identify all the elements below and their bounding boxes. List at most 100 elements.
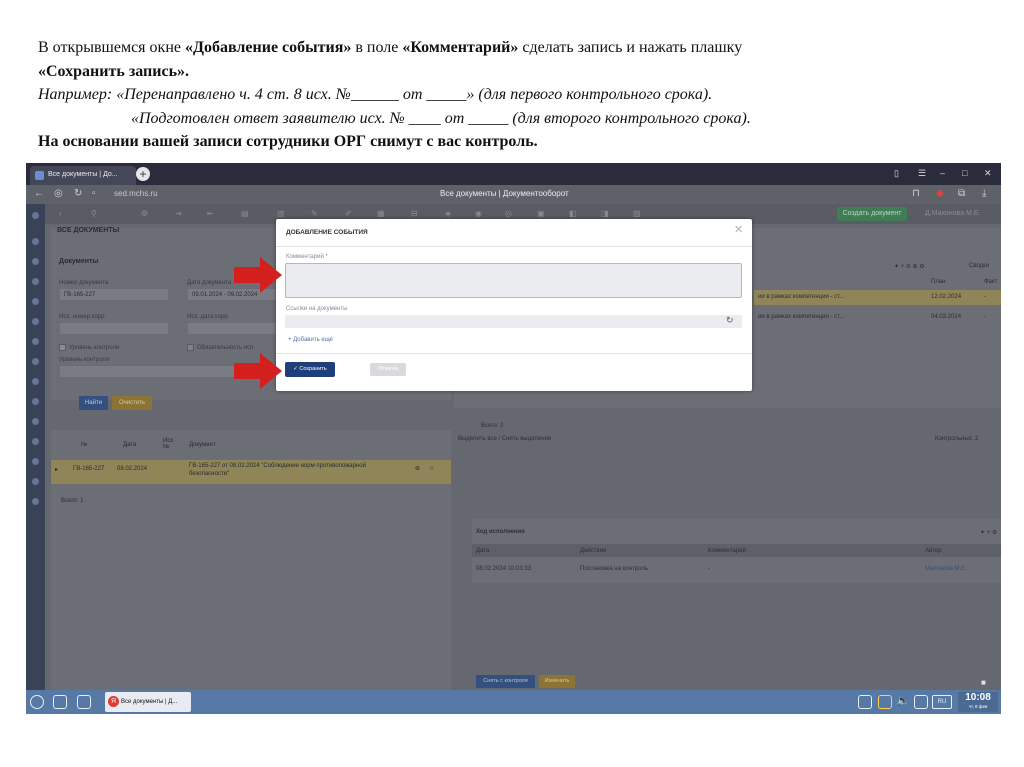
search-icon[interactable]: ⚲	[91, 209, 97, 218]
screenshot: Все документы | До... + ▯ ☰ – □ ✕ ← ◎ ↻ …	[26, 163, 1001, 714]
toolbar-counter-icon[interactable]: ▧	[633, 209, 641, 218]
taskbar-browser-task[interactable]: Я Все документы | Д...	[105, 692, 191, 712]
toolbar-counter-icon[interactable]: ✎	[311, 209, 318, 218]
history-toolbar-icon[interactable]: ✦ + ⚙	[980, 529, 997, 536]
toolbar-counter-icon[interactable]: ⊟	[411, 209, 418, 218]
minimize-icon[interactable]: –	[940, 168, 945, 178]
sidebar-item-icon[interactable]	[32, 298, 39, 305]
instr-dialog-name: «Добавление события»	[184, 39, 352, 56]
tray-app-icon[interactable]	[858, 695, 872, 709]
extension-icon[interactable]: ◆	[936, 188, 944, 199]
toolbar-counter-icon[interactable]: ◨	[601, 209, 609, 218]
sidebar-item-icon[interactable]	[32, 458, 39, 465]
remove-control-button[interactable]: Снять с контроля	[476, 675, 535, 688]
bookmark-icon[interactable]: ⊓	[912, 188, 920, 199]
history-col-comment: Комментарий	[708, 548, 746, 554]
reload-icon[interactable]: ↻	[74, 188, 82, 199]
control-row-text: ии в рамках компетенции - ст...	[758, 314, 845, 320]
refresh-icon[interactable]: ↻	[726, 315, 734, 326]
lock-icon: ▫	[92, 188, 96, 199]
sidebar-item-icon[interactable]	[32, 378, 39, 385]
dialog-divider	[276, 353, 752, 354]
site-info-icon[interactable]: ◎	[54, 188, 63, 199]
table-row[interactable]: ▸ ГВ-165-227 08.02.2024 ГВ-165-227 от 08…	[51, 460, 451, 484]
dialog-close-icon[interactable]: ✕	[734, 223, 743, 236]
user-name[interactable]: Д.Махонова М.Е.	[925, 210, 980, 217]
window-pin-icon[interactable]: ▯	[894, 168, 899, 179]
windows-icon[interactable]	[77, 695, 91, 709]
instr-example-1: Например: «Перенаправлено ч. 4 ст. 8 исх…	[38, 86, 713, 103]
cancel-button[interactable]: Отмена	[370, 363, 406, 376]
toolbar-counter-icon[interactable]: ▣	[537, 209, 545, 218]
tray-display-icon[interactable]	[914, 695, 928, 709]
links-field[interactable]	[285, 315, 742, 328]
toolbar-counter-icon[interactable]: ◧	[569, 209, 577, 218]
clear-button[interactable]: Очистить	[112, 396, 152, 410]
create-document-button[interactable]: Создать документ	[837, 207, 907, 221]
clock-time[interactable]: 10:08	[958, 692, 998, 712]
col-num-header: №	[81, 442, 88, 448]
toolbar-counter-icon[interactable]: ◈	[445, 209, 451, 218]
controlled-count: Контрольных: 2	[935, 436, 979, 442]
collections-icon[interactable]: ⧉	[958, 188, 965, 199]
select-all-link[interactable]: Выделить все / Снять выделение	[458, 436, 551, 442]
new-tab-button[interactable]: +	[136, 167, 150, 181]
sidebar-item-icon[interactable]	[32, 478, 39, 485]
window-menu-icon[interactable]: ☰	[918, 168, 926, 179]
file-manager-icon[interactable]	[53, 695, 67, 709]
browser-tab[interactable]: Все документы | До...	[30, 166, 136, 185]
instruction-line-3: Например: «Перенаправлено ч. 4 ст. 8 исх…	[38, 83, 998, 107]
comment-textarea[interactable]	[285, 263, 742, 298]
dialog-title: ДОБАВЛЕНИЕ СОБЫТИЯ	[286, 229, 368, 236]
expand-icon[interactable]: ▸	[55, 466, 58, 473]
sidebar-item-icon[interactable]	[32, 278, 39, 285]
col-fact-header: Факт	[984, 279, 998, 285]
language-indicator[interactable]: RU	[932, 695, 952, 709]
tray-network-icon[interactable]	[878, 695, 892, 709]
doc-number-field[interactable]: ГВ-165-227	[59, 288, 169, 301]
add-more-link[interactable]: + Добавить еще	[288, 337, 333, 343]
sidebar-item-icon[interactable]	[32, 238, 39, 245]
control-toolbar-icon[interactable]: ✦ + ⊘ ⊕ ⚙	[894, 263, 925, 270]
start-menu-icon[interactable]	[30, 695, 44, 709]
volume-icon[interactable]: 🔈	[896, 694, 910, 708]
toolbar-counter-icon[interactable]: ⚙	[141, 209, 148, 218]
view-dropdown[interactable]: Сводки	[969, 263, 989, 269]
sidebar-item-icon[interactable]	[32, 418, 39, 425]
on-control-checkbox[interactable]	[59, 344, 66, 351]
sidebar-item-icon[interactable]	[32, 398, 39, 405]
url-text[interactable]: sed.mchs.ru	[114, 189, 158, 198]
find-button[interactable]: Найти	[79, 396, 108, 410]
sidebar-item-icon[interactable]	[32, 498, 39, 505]
row-info-icon[interactable]: ⊕	[415, 465, 420, 472]
toolbar-counter-icon[interactable]: ▥	[277, 209, 285, 218]
toolbar-counter-icon[interactable]: ▦	[377, 209, 385, 218]
sidebar-item-icon[interactable]	[32, 258, 39, 265]
close-window-icon[interactable]: ✕	[984, 168, 992, 179]
collapse-icon[interactable]: ›	[59, 209, 62, 218]
sidebar-item-icon[interactable]	[32, 318, 39, 325]
control-row[interactable]: ии в рамках компетенции - ст... 12.02.20…	[754, 290, 1001, 305]
sidebar-home-icon[interactable]	[32, 212, 39, 219]
sidebar-item-icon[interactable]	[32, 358, 39, 365]
sidebar-item-icon[interactable]	[32, 438, 39, 445]
maximize-icon[interactable]: □	[962, 168, 967, 178]
toolbar-counter-icon[interactable]: ▤	[241, 209, 249, 218]
toolbar-counter-icon[interactable]: ⇤	[207, 209, 214, 218]
change-button[interactable]: Изменить	[539, 675, 575, 688]
toolbar-counter-icon[interactable]: ✐	[345, 209, 352, 218]
control-row[interactable]: ии в рамках компетенции - ст... 04.03.20…	[754, 310, 1001, 325]
toolbar-counter-icon[interactable]: ⇥	[175, 209, 182, 218]
toolbar-counter-icon[interactable]: ◎	[505, 209, 512, 218]
history-row-author[interactable]: Махонова М.Е.	[925, 566, 967, 572]
back-icon[interactable]: ←	[34, 188, 44, 199]
save-record-button[interactable]: ✓ Сохранить запись	[285, 362, 335, 387]
control-row-fact: -	[984, 294, 986, 300]
video-icon[interactable]: ■	[981, 678, 986, 687]
in-number-field[interactable]	[59, 322, 169, 335]
required-checkbox[interactable]	[187, 344, 194, 351]
sidebar-item-icon[interactable]	[32, 338, 39, 345]
toolbar-counter-icon[interactable]: ◉	[475, 209, 482, 218]
download-icon[interactable]: ⤓	[982, 188, 986, 199]
row-star-icon[interactable]: ☆	[429, 465, 434, 472]
